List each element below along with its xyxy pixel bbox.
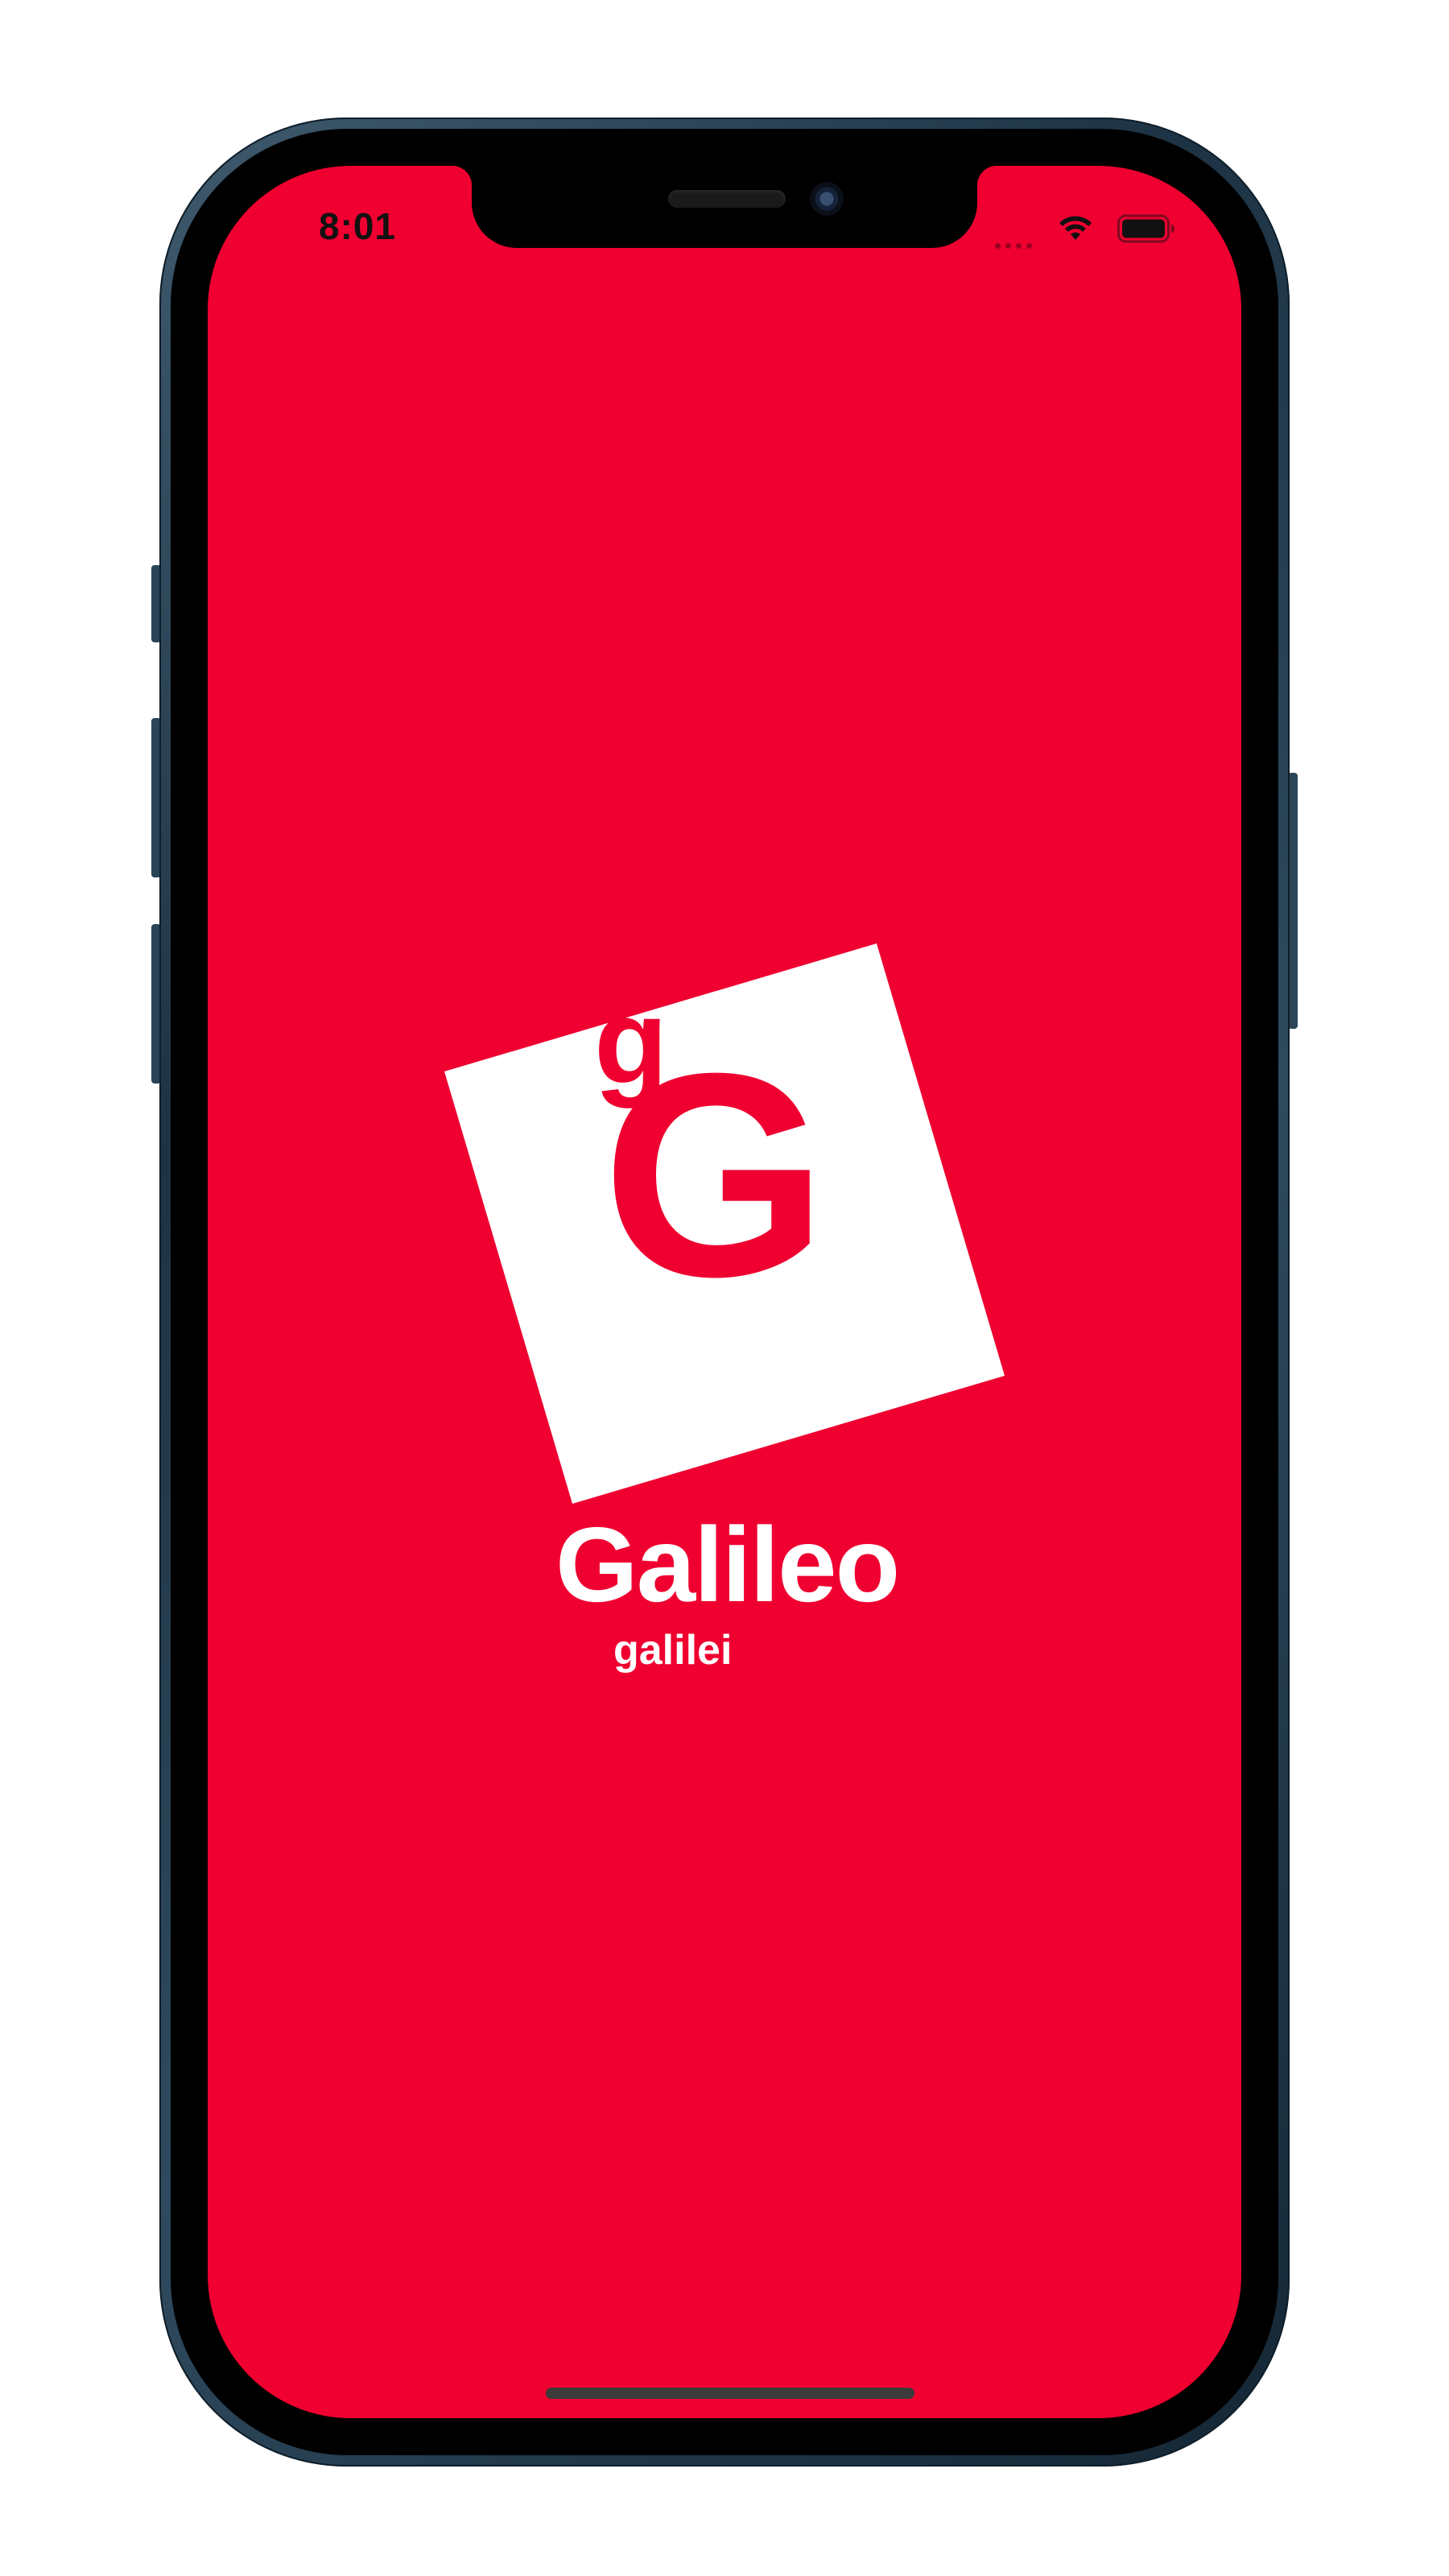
brand-subtitle: galilei	[613, 1627, 733, 1674]
app-logo: g G	[444, 943, 1005, 1504]
battery-icon	[1117, 214, 1174, 243]
status-time: 8:01	[319, 205, 397, 247]
home-indicator[interactable]	[546, 2388, 914, 2399]
logo-big-letter: G	[602, 1013, 828, 1337]
wifi-icon	[1059, 216, 1092, 240]
device-stage: 8:01 g G Galileo galilei	[0, 0, 1449, 2576]
brand-name: Galileo	[555, 1505, 900, 1624]
front-camera-icon	[810, 182, 844, 216]
speaker-grille	[668, 190, 786, 208]
logo-monogram: g G	[499, 980, 950, 1449]
signal-dots-icon	[995, 238, 1040, 249]
